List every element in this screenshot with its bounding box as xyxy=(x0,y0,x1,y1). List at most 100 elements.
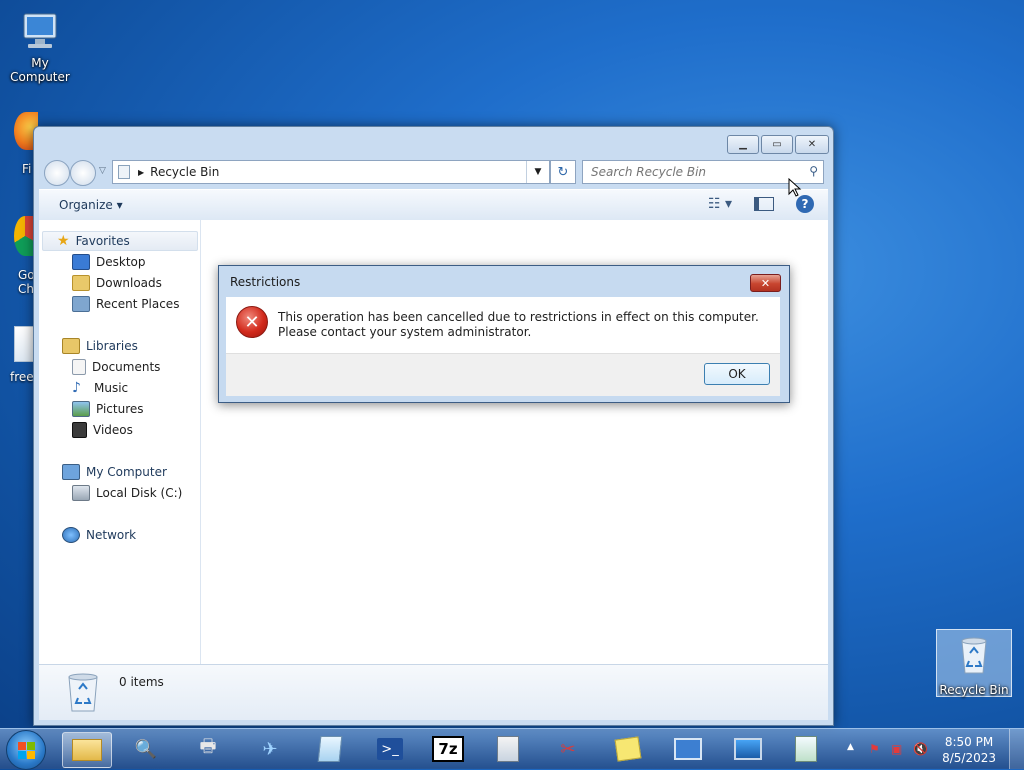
forward-button[interactable] xyxy=(70,160,96,186)
windows-logo-piece xyxy=(27,751,35,759)
show-hidden-icons-icon[interactable]: ▲ xyxy=(847,742,861,756)
7zip-icon: 7z xyxy=(432,736,464,762)
desktop-icon-label: Ch xyxy=(18,282,34,296)
desktop-icon-my-computer[interactable]: My Computer xyxy=(0,10,80,84)
nav-videos[interactable]: Videos xyxy=(72,422,133,438)
desktop-icon-label: free xyxy=(10,370,34,384)
breadcrumb-recycle-bin[interactable]: Recycle Bin xyxy=(150,165,219,179)
volume-muted-icon[interactable]: 🔇 xyxy=(913,742,928,756)
change-view-icon[interactable]: ☷ ▾ xyxy=(708,196,732,212)
item-count: 0 items xyxy=(119,675,164,689)
dialog-close-button[interactable]: ✕ xyxy=(750,274,781,292)
taskbar-monitor-app[interactable] xyxy=(728,732,768,766)
dialog-body: ✕ This operation has been cancelled due … xyxy=(226,297,780,353)
maximize-button[interactable]: ▭ xyxy=(761,135,793,154)
libraries-icon xyxy=(62,338,80,354)
dialog-title: Restrictions xyxy=(230,275,301,289)
address-dropdown-icon[interactable]: ▼ xyxy=(526,161,549,183)
taskbar-calculator[interactable] xyxy=(488,732,528,766)
recycle-bin-large-icon xyxy=(65,671,101,716)
computer-icon xyxy=(62,464,80,480)
explorer-window: ▁ ▭ ✕ ▽ ▶ Recycle Bin ▼ ↻ ⚲ Organize ▾ ☷… xyxy=(33,126,834,726)
nav-label: Recent Places xyxy=(96,297,180,311)
breadcrumb-arrow-icon[interactable]: ▶ xyxy=(138,168,144,177)
taskbar-remote-desktop[interactable] xyxy=(668,732,708,766)
organize-button[interactable]: Organize ▾ xyxy=(59,198,123,212)
nav-label: Documents xyxy=(92,360,161,374)
show-desktop-button[interactable] xyxy=(1009,729,1024,769)
nav-desktop[interactable]: Desktop xyxy=(72,254,146,270)
notepad-icon xyxy=(317,736,343,762)
documents-icon xyxy=(72,359,86,375)
nav-recent-places[interactable]: Recent Places xyxy=(72,296,179,312)
recycle-bin-icon xyxy=(952,633,996,677)
monitor-icon xyxy=(734,738,762,760)
taskbar-printer-app[interactable]: 🖶 xyxy=(188,732,228,766)
refresh-icon[interactable]: ↻ xyxy=(550,160,576,184)
nav-label: My Computer xyxy=(86,465,167,479)
desktop-icon-label: Fi xyxy=(22,162,32,176)
calculator-icon xyxy=(497,736,519,762)
nav-label: Local Disk (C:) xyxy=(96,486,183,500)
close-button[interactable]: ✕ xyxy=(795,135,829,154)
desktop-icon-recycle-bin[interactable]: Recycle Bin xyxy=(936,629,1012,697)
nav-documents[interactable]: Documents xyxy=(72,359,160,375)
back-button[interactable] xyxy=(44,160,70,186)
taskbar-paper-plane-app[interactable]: ✈ xyxy=(250,732,290,766)
taskbar-notes-app[interactable] xyxy=(310,732,350,766)
command-bar: Organize ▾ ☷ ▾ ? xyxy=(39,189,828,221)
nav-favorites[interactable]: ★ Favorites xyxy=(42,231,198,251)
nav-label: Network xyxy=(86,528,137,542)
recent-places-icon xyxy=(72,296,90,312)
taskbar: 🔍 🖶 ✈ >_ 7z ✂ ▲ ⚑ ▣ 🔇 8:50 PM 8/5/2023 xyxy=(0,728,1024,770)
desktop-icon-label: My Computer xyxy=(10,56,70,84)
system-tray: ▲ ⚑ ▣ 🔇 8:50 PM 8/5/2023 xyxy=(839,729,1024,769)
start-button[interactable] xyxy=(6,730,46,770)
taskbar-search-app[interactable]: 🔍 xyxy=(126,732,166,766)
nav-local-disk[interactable]: Local Disk (C:) xyxy=(72,485,182,501)
sticky-notes-icon xyxy=(614,736,642,762)
nav-downloads[interactable]: Downloads xyxy=(72,275,162,291)
powershell-icon: >_ xyxy=(377,738,403,760)
search-icon[interactable]: ⚲ xyxy=(809,164,818,178)
nav-label: Libraries xyxy=(86,339,138,353)
taskbar-document-app[interactable] xyxy=(786,732,826,766)
nav-libraries[interactable]: Libraries xyxy=(62,338,138,354)
network-status-icon[interactable]: ▣ xyxy=(891,742,905,756)
nav-music[interactable]: ♪ Music xyxy=(72,380,128,396)
windows-logo-icon xyxy=(18,742,26,750)
ok-button[interactable]: OK xyxy=(704,363,770,385)
details-pane: 0 items xyxy=(39,664,828,720)
minimize-button[interactable]: ▁ xyxy=(727,135,759,154)
nav-pictures[interactable]: Pictures xyxy=(72,401,144,417)
printer-icon: 🖶 xyxy=(199,736,217,757)
music-icon: ♪ xyxy=(72,380,81,396)
star-icon: ★ xyxy=(57,233,70,249)
dialog-message: This operation has been cancelled due to… xyxy=(278,310,759,339)
spreadsheet-icon xyxy=(795,736,817,762)
windows-logo-piece xyxy=(27,742,35,750)
nav-my-computer[interactable]: My Computer xyxy=(62,464,167,480)
restrictions-dialog: Restrictions ✕ ✕ This operation has been… xyxy=(218,265,790,403)
recent-pages-dropdown-icon[interactable]: ▽ xyxy=(99,166,106,176)
taskbar-7zip[interactable]: 7z xyxy=(428,732,468,766)
taskbar-snipping-tool[interactable]: ✂ xyxy=(548,732,588,766)
taskbar-sticky-notes[interactable] xyxy=(608,732,648,766)
navigation-bar: ▽ ▶ Recycle Bin ▼ ↻ ⚲ xyxy=(42,160,827,186)
remote-desktop-icon xyxy=(674,738,702,760)
search-input[interactable] xyxy=(589,161,798,183)
nav-label: Downloads xyxy=(96,276,162,290)
error-icon: ✕ xyxy=(236,306,268,338)
taskbar-powershell[interactable]: >_ xyxy=(370,732,410,766)
videos-icon xyxy=(72,422,87,438)
taskbar-explorer[interactable] xyxy=(62,732,112,768)
dialog-footer: OK xyxy=(226,353,780,396)
preview-pane-icon[interactable] xyxy=(754,197,774,211)
recycle-bin-small-icon xyxy=(118,165,130,179)
taskbar-clock[interactable]: 8:50 PM 8/5/2023 xyxy=(942,734,996,766)
action-center-flag-icon[interactable]: ⚑ xyxy=(869,742,883,756)
address-bar[interactable]: ▶ Recycle Bin ▼ xyxy=(112,160,550,184)
nav-network[interactable]: Network xyxy=(62,527,136,543)
desktop-icon-label: Recycle Bin xyxy=(939,683,1009,697)
mouse-cursor-icon xyxy=(788,178,802,197)
